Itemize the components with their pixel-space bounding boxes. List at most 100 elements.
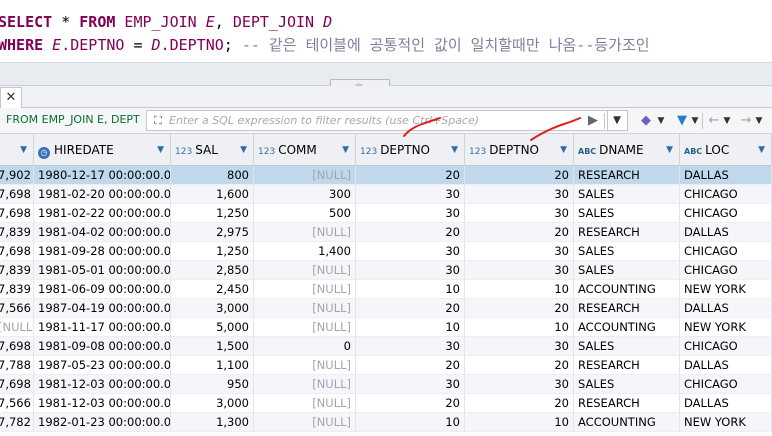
- table-cell-dname[interactable]: ACCOUNTING: [574, 318, 680, 337]
- table-cell-loc[interactable]: CHICAGO: [680, 242, 772, 261]
- column-header-deptno1[interactable]: 123 DEPTNO ▼: [356, 134, 465, 166]
- table-cell-sal[interactable]: 3,000: [171, 299, 254, 318]
- table-cell-hiredate[interactable]: 1987-05-23 00:00:00.000: [34, 356, 171, 375]
- table-row[interactable]: 7,788 1987-05-23 00:00:00.000 1,100 [NULL] 2…: [0, 356, 772, 375]
- table-cell-deptno2[interactable]: 20: [465, 356, 574, 375]
- table-row[interactable]: 7,698 1981-09-08 00:00:00.000 1,500 0 30 30 SA…: [0, 337, 772, 356]
- table-row[interactable]: 7,839 1981-04-02 00:00:00.000 2,975 [NULL] 2…: [0, 223, 772, 242]
- table-cell-comm[interactable]: 500: [254, 204, 356, 223]
- table-cell-deptno2[interactable]: 30: [465, 337, 574, 356]
- expand-editor-icon[interactable]: ⛶: [150, 113, 166, 128]
- table-cell-deptno2[interactable]: 20: [465, 223, 574, 242]
- table-cell-sal[interactable]: 950: [171, 375, 254, 394]
- table-cell-dname[interactable]: SALES: [574, 261, 680, 280]
- table-cell-deptno1[interactable]: 20: [356, 356, 465, 375]
- table-cell-deptno1[interactable]: 10: [356, 413, 465, 432]
- table-cell-comm[interactable]: [NULL]: [254, 375, 356, 394]
- table-row[interactable]: 7,566 1987-04-19 00:00:00.000 3,000 [NULL] 2…: [0, 299, 772, 318]
- table-cell-c0[interactable]: 7,566: [0, 394, 34, 413]
- table-cell-deptno2[interactable]: 20: [465, 299, 574, 318]
- table-cell-loc[interactable]: NEW YORK: [680, 318, 772, 337]
- table-cell-deptno2[interactable]: 30: [465, 185, 574, 204]
- sort-icon[interactable]: ▼: [758, 134, 765, 166]
- table-row[interactable]: 7,782 1982-01-23 00:00:00.000 1,300 [NULL] 1…: [0, 413, 772, 432]
- column-header-comm[interactable]: 123 COMM ▼: [254, 134, 356, 166]
- table-cell-comm[interactable]: 0: [254, 337, 356, 356]
- table-cell-loc[interactable]: CHICAGO: [680, 375, 772, 394]
- table-cell-hiredate[interactable]: 1987-04-19 00:00:00.000: [34, 299, 171, 318]
- table-cell-hiredate[interactable]: 1981-06-09 00:00:00.000: [34, 280, 171, 299]
- table-row[interactable]: [NULL]1981-11-17 00:00:00.0005,000[NULL]…: [0, 318, 772, 337]
- table-cell-deptno2[interactable]: 30: [465, 242, 574, 261]
- eraser-dropdown-icon[interactable]: ▼: [656, 111, 666, 131]
- filter-dropdown-icon[interactable]: ▼: [690, 111, 700, 131]
- table-cell-dname[interactable]: ACCOUNTING: [574, 280, 680, 299]
- table-cell-hiredate[interactable]: 1981-05-01 00:00:00.000: [34, 261, 171, 280]
- table-cell-hiredate[interactable]: 1981-09-08 00:00:00.000: [34, 337, 171, 356]
- sort-icon[interactable]: ▼: [157, 134, 164, 166]
- filter-box[interactable]: ⛶ ▼: [146, 110, 628, 131]
- column-header-loc[interactable]: ABC LOC ▼: [680, 134, 772, 166]
- table-cell-comm[interactable]: [NULL]: [254, 356, 356, 375]
- table-cell-comm[interactable]: [NULL]: [254, 261, 356, 280]
- table-cell-c0[interactable]: 7,902: [0, 166, 34, 185]
- table-cell-hiredate[interactable]: 1981-11-17 00:00:00.000: [34, 318, 171, 337]
- table-cell-dname[interactable]: RESEARCH: [574, 299, 680, 318]
- table-cell-c0[interactable]: 7,839: [0, 223, 34, 242]
- table-cell-comm[interactable]: 300: [254, 185, 356, 204]
- table-cell-deptno2[interactable]: 30: [465, 204, 574, 223]
- table-cell-hiredate[interactable]: 1981-02-22 00:00:00.000: [34, 204, 171, 223]
- table-cell-deptno1[interactable]: 20: [356, 394, 465, 413]
- table-cell-comm[interactable]: 1,400: [254, 242, 356, 261]
- play-icon[interactable]: ▶: [586, 111, 600, 131]
- table-cell-comm[interactable]: [NULL]: [254, 394, 356, 413]
- table-cell-c0[interactable]: 7,839: [0, 280, 34, 299]
- table-cell-dname[interactable]: SALES: [574, 204, 680, 223]
- table-cell-hiredate[interactable]: 1980-12-17 00:00:00.000: [34, 166, 171, 185]
- table-cell-sal[interactable]: 3,000: [171, 394, 254, 413]
- table-row[interactable]: 7,698 1981-12-03 00:00:00.000 950 [NULL] 30 3…: [0, 375, 772, 394]
- table-cell-deptno1[interactable]: 30: [356, 204, 465, 223]
- table-cell-comm[interactable]: [NULL]: [254, 166, 356, 185]
- table-cell-loc[interactable]: NEW YORK: [680, 280, 772, 299]
- table-row[interactable]: 7,698 1981-02-22 00:00:00.000 1,250 500 30 30…: [0, 204, 772, 223]
- table-cell-hiredate[interactable]: 1981-04-02 00:00:00.000: [34, 223, 171, 242]
- table-cell-sal[interactable]: 2,850: [171, 261, 254, 280]
- table-cell-deptno2[interactable]: 20: [465, 394, 574, 413]
- table-row[interactable]: 7,839 1981-06-09 00:00:00.000 2,450 [NULL] 1…: [0, 280, 772, 299]
- back-dropdown-icon[interactable]: ▼: [722, 111, 732, 131]
- column-header-c0[interactable]: ▼: [0, 134, 34, 166]
- table-cell-c0[interactable]: 7,566: [0, 299, 34, 318]
- table-cell-dname[interactable]: SALES: [574, 242, 680, 261]
- table-cell-dname[interactable]: RESEARCH: [574, 223, 680, 242]
- table-cell-hiredate[interactable]: 1981-12-03 00:00:00.000: [34, 394, 171, 413]
- table-cell-loc[interactable]: CHICAGO: [680, 337, 772, 356]
- table-cell-dname[interactable]: RESEARCH: [574, 394, 680, 413]
- table-cell-sal[interactable]: 5,000: [171, 318, 254, 337]
- close-icon[interactable]: ✕: [0, 87, 22, 108]
- table-cell-deptno2[interactable]: 10: [465, 280, 574, 299]
- sort-icon[interactable]: ▼: [560, 134, 567, 166]
- history-dropdown-icon[interactable]: ▼: [608, 111, 626, 131]
- table-cell-deptno2[interactable]: 20: [465, 166, 574, 185]
- table-cell-sal[interactable]: 2,450: [171, 280, 254, 299]
- table-cell-dname[interactable]: SALES: [574, 375, 680, 394]
- table-cell-comm[interactable]: [NULL]: [254, 299, 356, 318]
- table-cell-hiredate[interactable]: 1981-02-20 00:00:00.000: [34, 185, 171, 204]
- sql-editor[interactable]: SELECT * FROM EMP_JOIN E, DEPT_JOIN D WH…: [0, 0, 772, 62]
- sort-icon[interactable]: ▼: [240, 134, 247, 166]
- column-header-deptno2[interactable]: 123 DEPTNO ▼: [465, 134, 574, 166]
- table-cell-c0[interactable]: 7,698: [0, 242, 34, 261]
- table-cell-c0[interactable]: 7,839: [0, 261, 34, 280]
- table-cell-dname[interactable]: RESEARCH: [574, 356, 680, 375]
- table-cell-deptno2[interactable]: 10: [465, 318, 574, 337]
- table-cell-comm[interactable]: [NULL]: [254, 318, 356, 337]
- table-cell-loc[interactable]: NEW YORK: [680, 413, 772, 432]
- table-cell-hiredate[interactable]: 1981-12-03 00:00:00.000: [34, 375, 171, 394]
- table-cell-loc[interactable]: CHICAGO: [680, 204, 772, 223]
- table-cell-deptno1[interactable]: 30: [356, 337, 465, 356]
- table-cell-deptno1[interactable]: 30: [356, 375, 465, 394]
- table-cell-c0[interactable]: 7,698: [0, 337, 34, 356]
- table-cell-loc[interactable]: CHICAGO: [680, 261, 772, 280]
- filter-source-label[interactable]: FROM EMP_JOIN E, DEPT: [6, 113, 140, 126]
